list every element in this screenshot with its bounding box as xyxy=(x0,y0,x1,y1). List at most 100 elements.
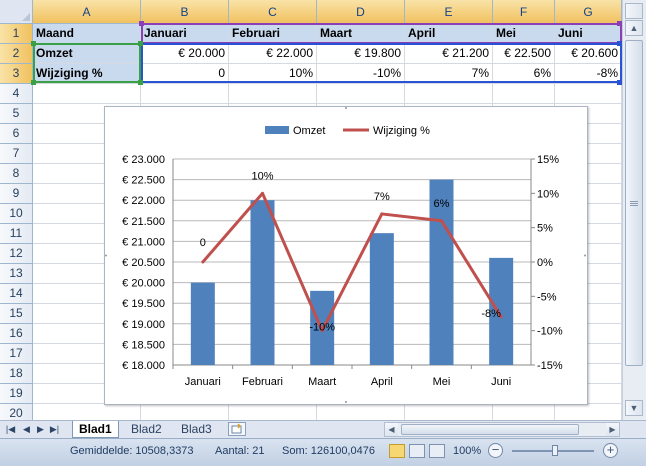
left-axis-tick-label: € 21.000 xyxy=(122,236,165,248)
row-header-14[interactable]: 14 xyxy=(0,284,33,304)
row-header-13[interactable]: 13 xyxy=(0,264,33,284)
row-header-7[interactable]: 7 xyxy=(0,144,33,164)
row-header-6[interactable]: 6 xyxy=(0,124,33,144)
scroll-up-button[interactable]: ▲ xyxy=(625,20,643,36)
right-axis-tick-label: 15% xyxy=(537,154,559,166)
row-header-9[interactable]: 9 xyxy=(0,184,33,204)
cell-e4[interactable] xyxy=(405,84,493,104)
horizontal-scrollbar[interactable]: ◀ ▶ xyxy=(384,422,620,437)
right-axis-tick-label: 0% xyxy=(537,257,553,269)
column-header-g[interactable]: G xyxy=(555,0,622,24)
column-header-f[interactable]: F xyxy=(493,0,555,24)
cell-a20[interactable] xyxy=(33,404,141,420)
scroll-down-button[interactable]: ▼ xyxy=(625,400,643,416)
cell-c4[interactable] xyxy=(229,84,317,104)
chart-resize-handle xyxy=(105,254,107,257)
data-label: -10% xyxy=(309,322,335,334)
left-axis-tick-label: € 23.000 xyxy=(122,154,165,166)
insert-sheet-icon[interactable] xyxy=(228,422,246,436)
row-header-1[interactable]: 1 xyxy=(0,24,33,44)
zoom-in-button[interactable]: + xyxy=(603,443,618,458)
tab-blad1[interactable]: Blad1 xyxy=(72,421,119,438)
column-header-c[interactable]: C xyxy=(229,0,317,24)
column-header-e[interactable]: E xyxy=(405,0,493,24)
page-layout-view-icon[interactable] xyxy=(409,444,425,458)
scroll-left-button[interactable]: ◀ xyxy=(385,423,398,436)
legend-label-wijziging: Wijziging % xyxy=(373,125,430,137)
status-average: Gemiddelde: 10508,3373 xyxy=(70,445,194,457)
last-sheet-icon[interactable]: ▶| xyxy=(48,422,61,436)
zoom-level[interactable]: 100% xyxy=(453,439,481,463)
right-axis-tick-label: 10% xyxy=(537,188,559,200)
page-break-preview-icon[interactable] xyxy=(429,444,445,458)
tab-blad2[interactable]: Blad2 xyxy=(125,421,168,438)
chart-canvas: € 23.000 € 22.500 € 22.000 € 21.500 € 21.000… xyxy=(105,107,586,403)
cell-b4[interactable] xyxy=(141,84,229,104)
status-count: Aantal: 21 xyxy=(215,445,265,457)
cell-a1[interactable]: Maand xyxy=(33,24,141,44)
split-handle[interactable] xyxy=(625,3,643,19)
bar-omzet xyxy=(190,282,215,365)
column-header-a[interactable]: A xyxy=(33,0,141,24)
vertical-scrollbar[interactable]: ▲ ▼ xyxy=(622,0,646,420)
range-resize-handle[interactable] xyxy=(31,80,36,85)
cell-e20[interactable] xyxy=(405,404,493,420)
row-header-12[interactable]: 12 xyxy=(0,244,33,264)
row-header-16[interactable]: 16 xyxy=(0,324,33,344)
normal-view-icon[interactable] xyxy=(389,444,405,458)
prev-sheet-icon[interactable]: ◀ xyxy=(20,422,33,436)
row-header-20[interactable]: 20 xyxy=(0,404,33,420)
range-highlight xyxy=(33,43,141,83)
row-header-17[interactable]: 17 xyxy=(0,344,33,364)
legend-swatch-omzet xyxy=(265,126,289,134)
range-resize-handle[interactable] xyxy=(31,41,36,46)
range-resize-handle[interactable] xyxy=(139,21,144,26)
row-header-18[interactable]: 18 xyxy=(0,364,33,384)
cell-a4[interactable] xyxy=(33,84,141,104)
horizontal-scroll-thumb[interactable] xyxy=(401,424,579,435)
first-sheet-icon[interactable]: |◀ xyxy=(4,422,17,436)
vertical-scroll-thumb[interactable] xyxy=(625,40,643,366)
scroll-right-button[interactable]: ▶ xyxy=(606,423,619,436)
cell-d4[interactable] xyxy=(317,84,405,104)
cell-c20[interactable] xyxy=(229,404,317,420)
left-axis-tick-label: € 18.000 xyxy=(122,360,165,372)
data-label: -8% xyxy=(481,308,501,320)
row-header-3[interactable]: 3 xyxy=(0,64,33,84)
data-label: 0 xyxy=(200,237,206,249)
row-header-11[interactable]: 11 xyxy=(0,224,33,244)
range-resize-handle[interactable] xyxy=(138,41,143,46)
x-axis-tick-label: Januari xyxy=(185,376,221,388)
row-header-8[interactable]: 8 xyxy=(0,164,33,184)
data-label: 7% xyxy=(374,191,390,203)
zoom-out-button[interactable]: − xyxy=(488,443,503,458)
zoom-slider-thumb[interactable] xyxy=(552,445,558,456)
cell-b20[interactable] xyxy=(141,404,229,420)
cell-g4[interactable] xyxy=(555,84,622,104)
right-axis-tick-label: -5% xyxy=(537,291,557,303)
cell-d20[interactable] xyxy=(317,404,405,420)
row-header-5[interactable]: 5 xyxy=(0,104,33,124)
cell-f4[interactable] xyxy=(493,84,555,104)
combo-chart[interactable]: € 23.000 € 22.500 € 22.000 € 21.500 € 21.000… xyxy=(104,106,588,405)
cell-g20[interactable] xyxy=(555,404,622,420)
tab-blad3[interactable]: Blad3 xyxy=(175,421,218,438)
range-highlight xyxy=(141,43,622,83)
row-header-4[interactable]: 4 xyxy=(0,84,33,104)
left-axis-tick-label: € 19.000 xyxy=(122,319,165,331)
x-axis-tick-label: April xyxy=(371,376,393,388)
cell-f20[interactable] xyxy=(493,404,555,420)
x-axis-tick-label: Juni xyxy=(491,376,511,388)
row-header-10[interactable]: 10 xyxy=(0,204,33,224)
x-axis-tick-label: Februari xyxy=(242,376,283,388)
column-header-b[interactable]: B xyxy=(141,0,229,24)
row-header-15[interactable]: 15 xyxy=(0,304,33,324)
column-header-d[interactable]: D xyxy=(317,0,405,24)
left-axis-tick-label: € 21.500 xyxy=(122,216,165,228)
range-resize-handle[interactable] xyxy=(138,80,143,85)
status-sum: Som: 126100,0476 xyxy=(282,445,375,457)
row-header-2[interactable]: 2 xyxy=(0,44,33,64)
select-all-corner[interactable] xyxy=(0,0,33,24)
row-header-19[interactable]: 19 xyxy=(0,384,33,404)
next-sheet-icon[interactable]: ▶ xyxy=(34,422,47,436)
